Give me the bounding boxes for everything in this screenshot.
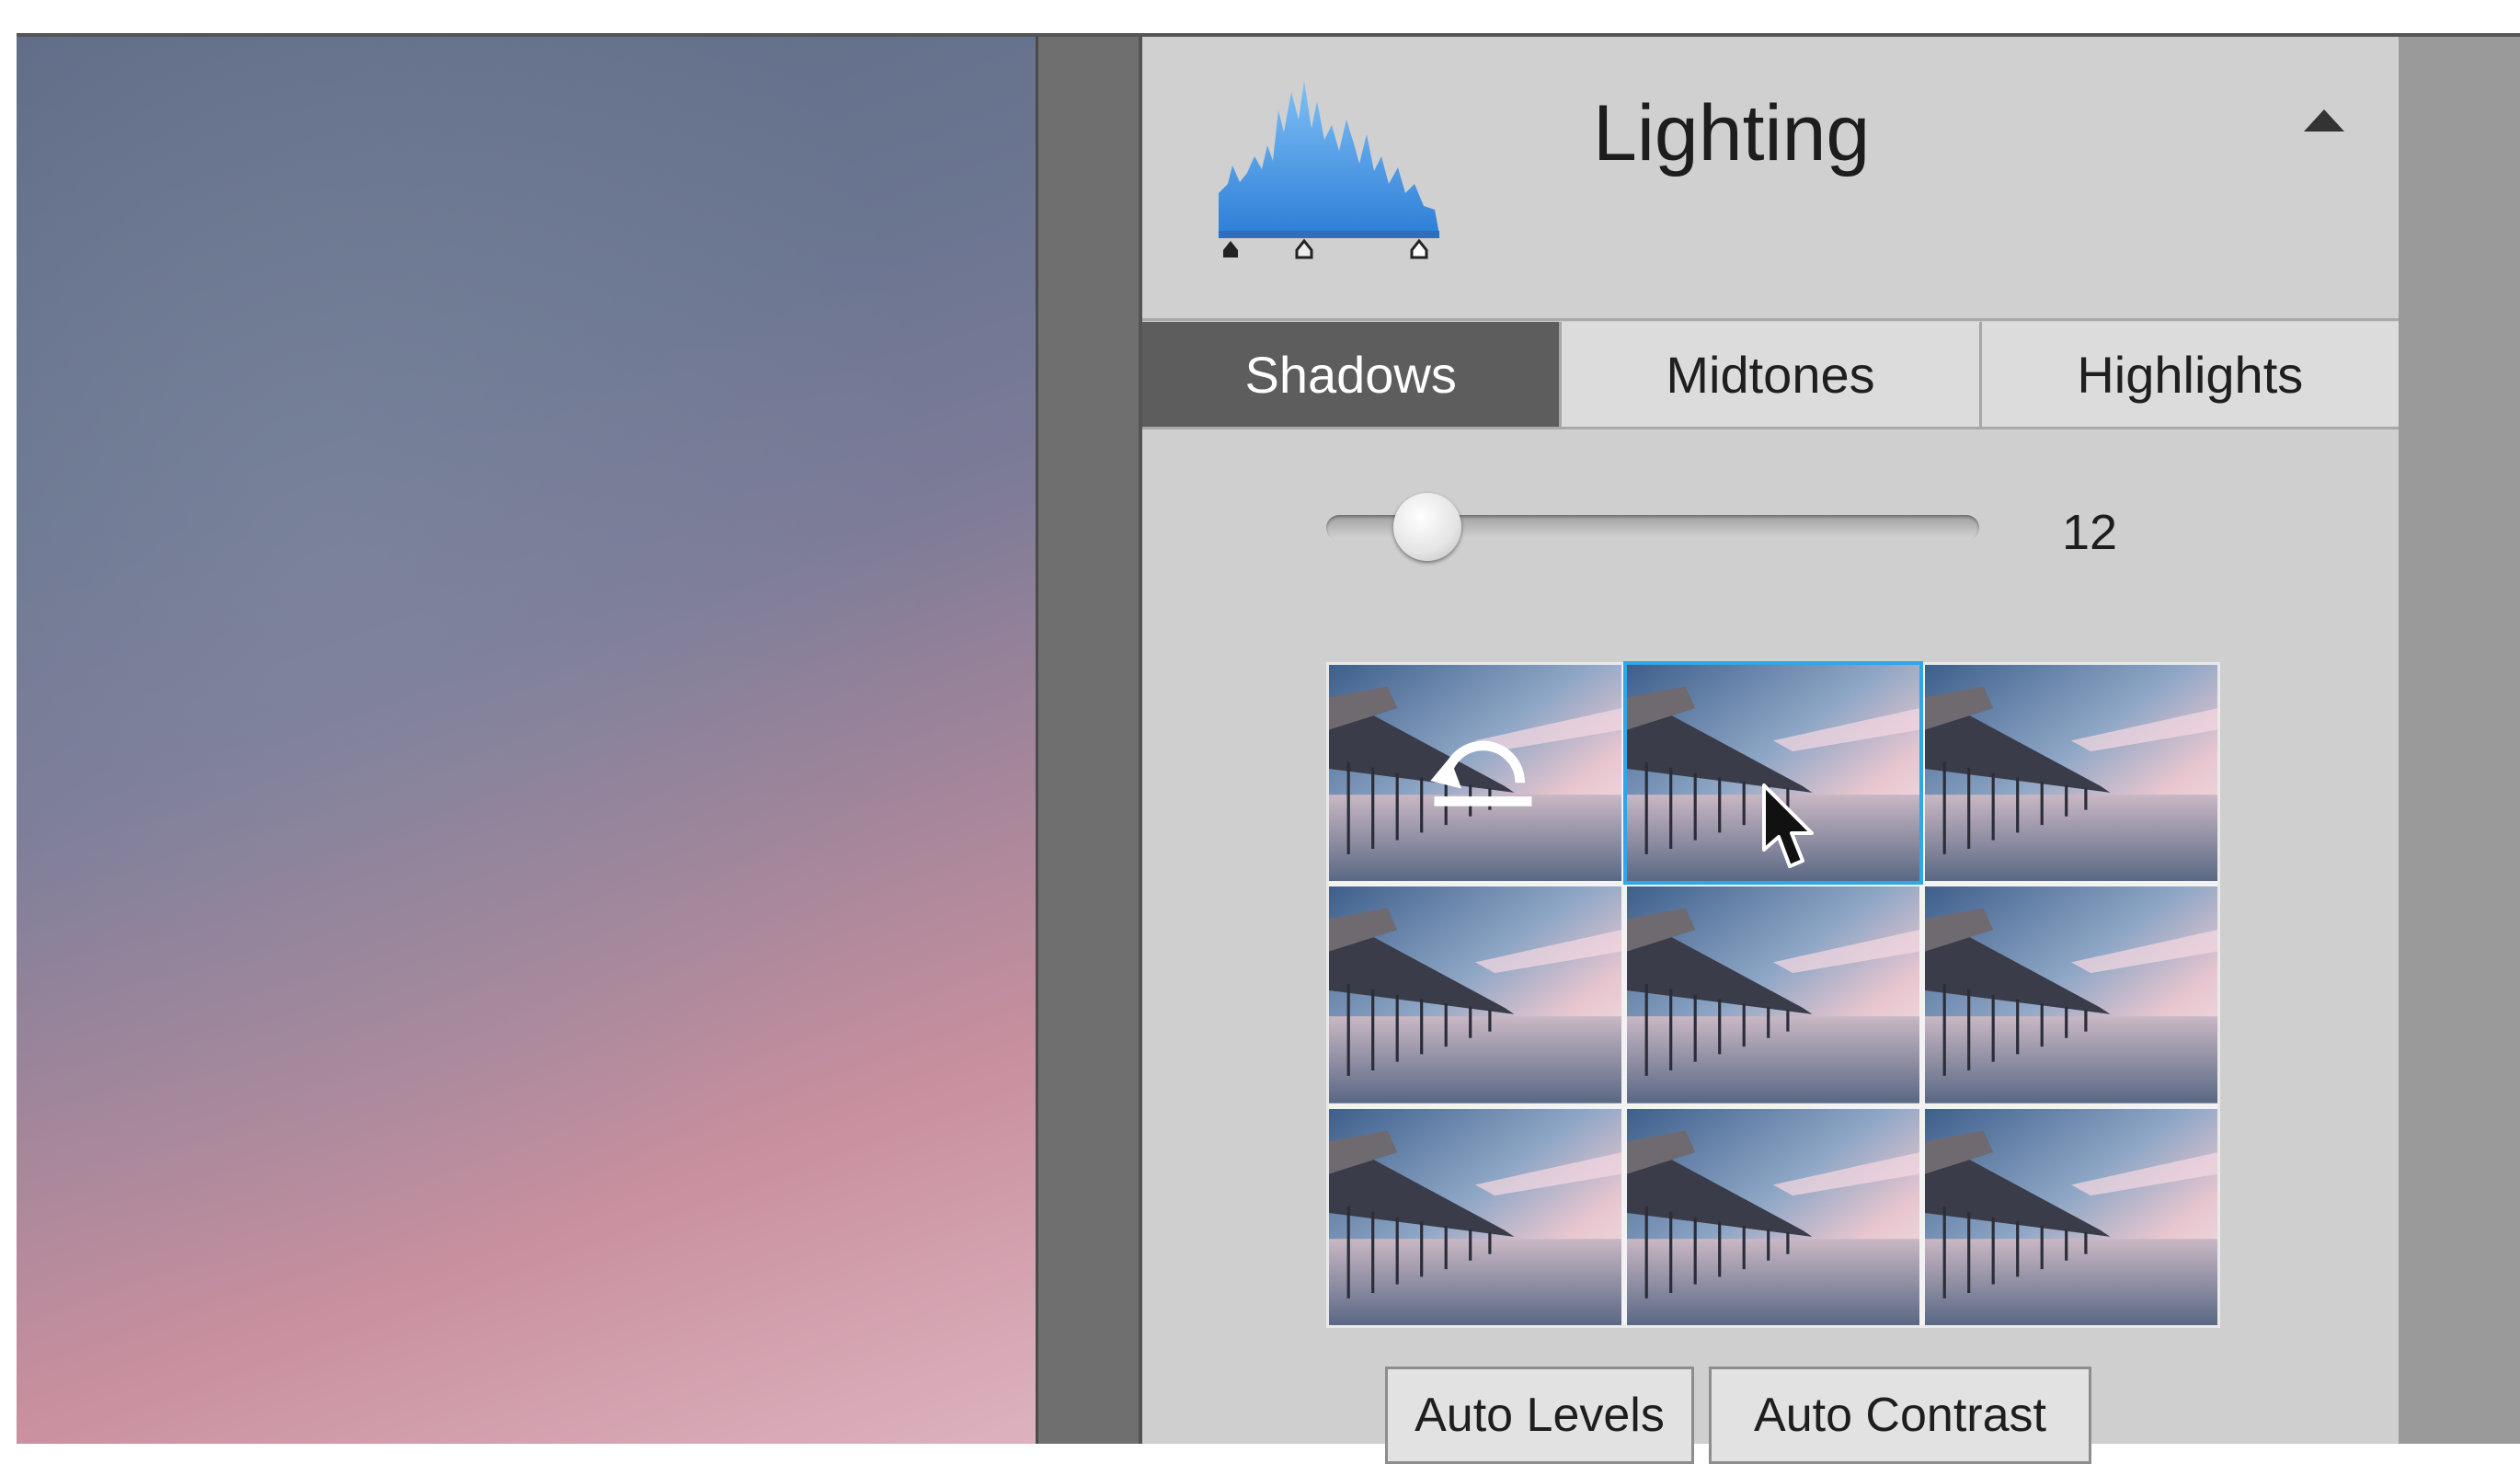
arrow-cursor-icon (1762, 783, 1814, 868)
shadows-slider[interactable] (1326, 493, 1979, 561)
tab-midtones[interactable]: Midtones (1562, 322, 1982, 427)
preset-thumbnail[interactable] (1627, 1108, 1919, 1325)
panel-gutter (1036, 37, 1141, 1444)
triangle-up-icon[interactable] (2301, 107, 2347, 134)
panel-title: Lighting (1593, 89, 1871, 177)
preset-thumbnail-grid (1326, 660, 2220, 1328)
reset-icon (1430, 740, 1532, 806)
auto-contrast-button[interactable]: Auto Contrast (1709, 1367, 2091, 1464)
preset-thumbnail[interactable] (1627, 886, 1919, 1104)
photo-canvas[interactable] (17, 37, 1036, 1444)
tab-highlights[interactable]: Highlights (1981, 322, 2399, 427)
histogram-icon (1219, 81, 1439, 259)
preset-thumbnail[interactable] (1925, 1108, 2217, 1325)
preset-thumbnail[interactable] (1925, 886, 2217, 1104)
preset-thumbnail[interactable] (1329, 665, 1621, 882)
lighting-panel: Lighting Shadows Midtones Highlights 12 (1139, 37, 2402, 1464)
tab-bar: Shadows Midtones Highlights (1142, 322, 2399, 429)
auto-levels-button[interactable]: Auto Levels (1385, 1367, 1694, 1464)
auto-buttons: Auto Levels Auto Contrast (1385, 1367, 2091, 1464)
preset-thumbnail[interactable] (1329, 886, 1621, 1104)
right-edge (2399, 37, 2520, 1444)
preset-thumbnail[interactable] (1925, 665, 2217, 882)
tab-shadows[interactable]: Shadows (1142, 322, 1563, 427)
panel-header: Lighting (1142, 37, 2399, 321)
slider-thumb[interactable] (1393, 493, 1462, 561)
preset-thumbnail[interactable] (1329, 1108, 1621, 1325)
slider-value: 12 (2062, 505, 2118, 560)
